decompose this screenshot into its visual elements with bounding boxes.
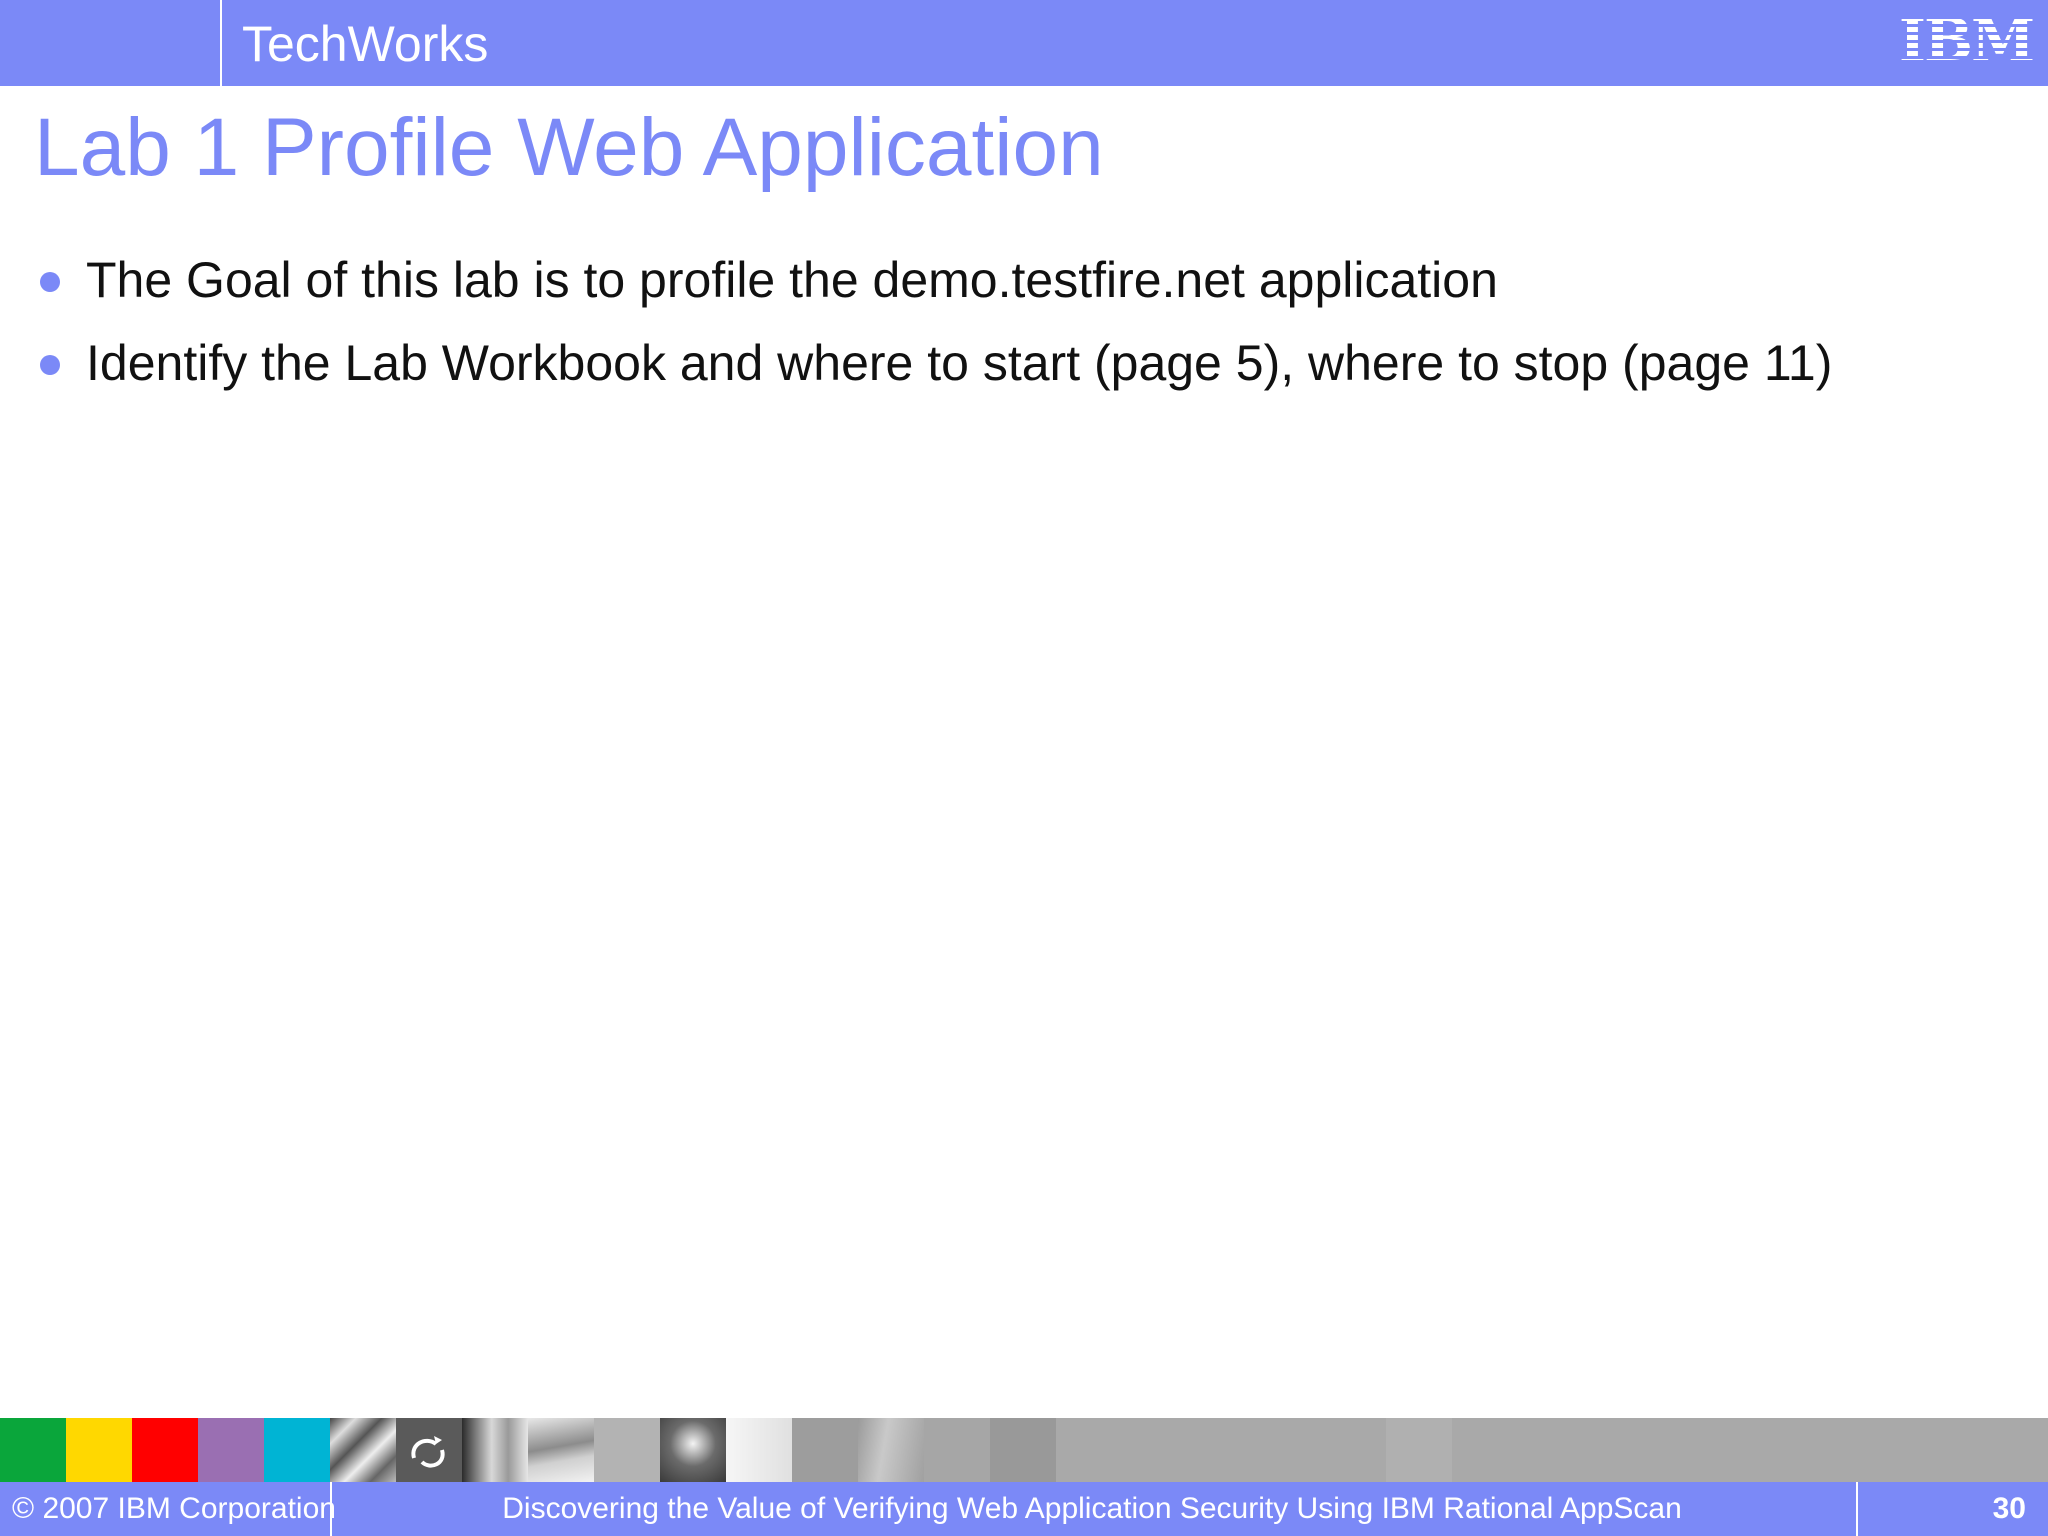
color-swatch-green — [0, 1418, 66, 1482]
bullet-item: The Goal of this lab is to profile the d… — [0, 240, 2048, 320]
bullet-text: The Goal of this lab is to profile the d… — [86, 252, 1498, 308]
bullet-item: Identify the Lab Workbook and where to s… — [0, 323, 2048, 403]
color-swatch-yellow — [66, 1418, 132, 1482]
photo-tile — [792, 1418, 858, 1482]
decorative-strip — [0, 1418, 2048, 1482]
bullet-icon — [40, 272, 60, 292]
photo-tile — [396, 1418, 462, 1482]
bullet-icon — [40, 355, 60, 375]
photo-tile — [858, 1418, 924, 1482]
photo-tile — [990, 1418, 1056, 1482]
photo-tile — [594, 1418, 660, 1482]
presentation-title: Discovering the Value of Verifying Web A… — [502, 1492, 1682, 1525]
color-swatch-cyan — [264, 1418, 330, 1482]
page-number: 30 — [1992, 1492, 2026, 1525]
slide-title: Lab 1 Profile Web Application — [34, 102, 1104, 193]
photo-tile — [660, 1418, 726, 1482]
photo-tile — [528, 1418, 594, 1482]
photo-tile — [330, 1418, 396, 1482]
photo-tile — [924, 1418, 990, 1482]
header-bar: TechWorks IBM — [0, 0, 2048, 86]
footer-bar: © 2007 IBM Corporation Discovering the V… — [0, 1482, 2048, 1536]
brand-name: TechWorks — [242, 16, 489, 72]
header-divider — [220, 0, 222, 86]
color-swatch-purple — [198, 1418, 264, 1482]
color-swatch-red — [132, 1418, 198, 1482]
cycle-icon — [411, 1436, 445, 1468]
footer-divider — [1856, 1482, 1858, 1536]
ibm-logo: IBM — [1896, 10, 2036, 70]
photo-tile — [1386, 1418, 1452, 1482]
photo-tile — [462, 1418, 528, 1482]
photo-tile — [726, 1418, 792, 1482]
logo-stripes — [1896, 10, 2036, 70]
bullet-text: Identify the Lab Workbook and where to s… — [86, 335, 1833, 391]
copyright-text: © 2007 IBM Corporation — [12, 1492, 336, 1525]
